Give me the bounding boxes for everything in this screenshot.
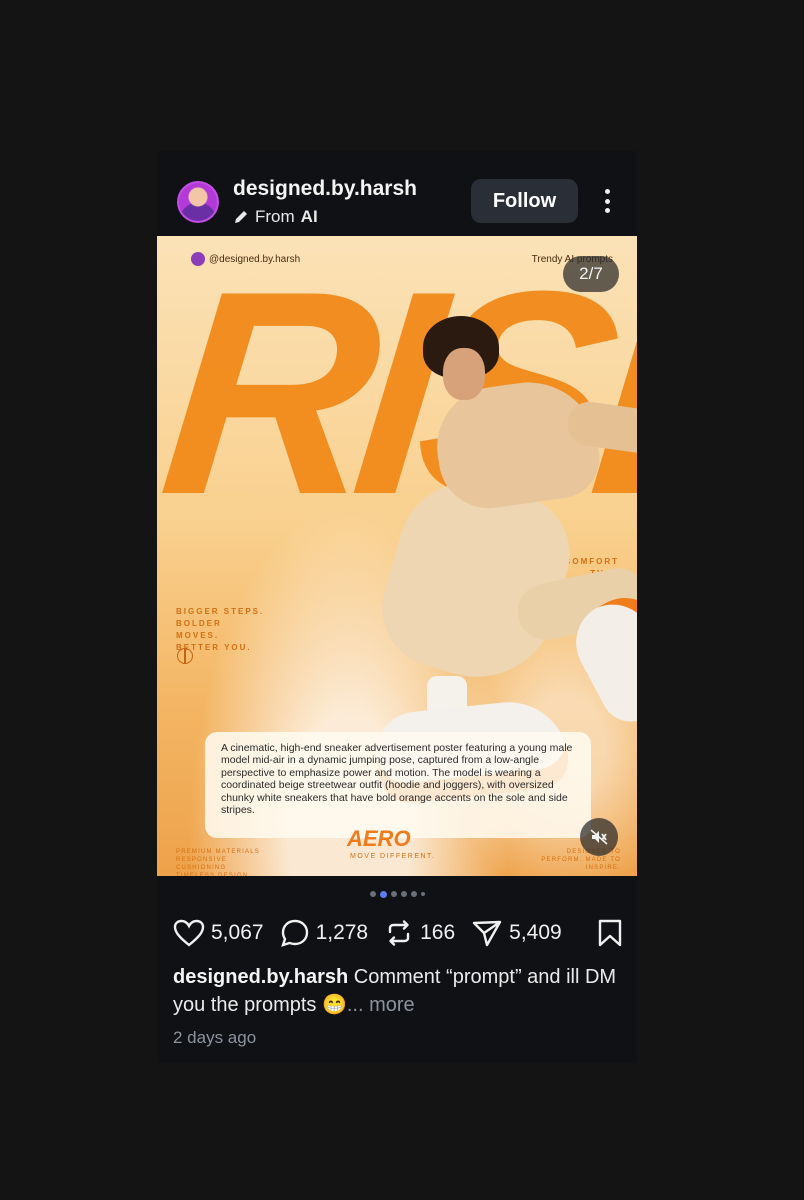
carousel-counter: 2/7: [563, 256, 619, 292]
globe-icon: [177, 648, 193, 664]
action-bar: 5,067 1,278 166 5,409: [173, 916, 623, 950]
prompt-text: A cinematic, high-end sneaker advertisem…: [205, 732, 591, 838]
repost-button[interactable]: 166: [384, 918, 455, 948]
caption-more-link[interactable]: ... more: [347, 994, 415, 1016]
poster-handle: @designed.by.harsh: [191, 252, 300, 266]
save-button[interactable]: [597, 918, 623, 953]
carousel-dot[interactable]: [420, 892, 425, 896]
repost-icon: [388, 920, 410, 946]
share-count: 5,409: [509, 921, 562, 944]
mute-icon[interactable]: [580, 818, 618, 856]
poster-tagline-left: BIGGER STEPS. BOLDER MOVES. BETTER YOU.: [176, 607, 265, 652]
carousel-dot[interactable]: [369, 891, 376, 897]
follow-button[interactable]: Follow: [471, 179, 578, 223]
poster-avatar: [191, 252, 205, 266]
carousel-dot-active[interactable]: [379, 890, 387, 898]
post-card: designed.by.harsh From AI Follow RISE @de…: [157, 151, 637, 1063]
share-button[interactable]: 5,409: [471, 918, 562, 948]
carousel-dot[interactable]: [390, 891, 397, 897]
carousel-dots: [157, 890, 637, 898]
send-icon: [472, 920, 502, 947]
heart-icon: [173, 919, 205, 947]
poster-handle-text: @designed.by.harsh: [209, 253, 301, 265]
poster-model: [267, 306, 637, 806]
carousel-dot[interactable]: [400, 891, 407, 897]
poster-brand-tagline: MOVE DIFFERENT.: [350, 853, 436, 860]
more-options-icon[interactable]: [597, 189, 617, 213]
comment-button[interactable]: 1,278: [280, 918, 369, 948]
carousel-dot[interactable]: [410, 891, 417, 897]
post-image[interactable]: RISE @designed.by.harsh Trendy AI prompt…: [157, 236, 637, 876]
like-button[interactable]: 5,067: [173, 919, 264, 947]
repost-count: 166: [420, 921, 456, 944]
post-timestamp: 2 days ago: [173, 1028, 257, 1047]
poster-footer-left: PREMIUM MATERIALS RESPONSIVE CUSHIONING …: [176, 849, 260, 876]
like-count: 5,067: [211, 921, 264, 944]
comment-icon: [280, 919, 308, 947]
bookmark-icon: [598, 919, 622, 947]
source-name: AI: [300, 207, 318, 226]
caption-username[interactable]: designed.by.harsh: [173, 966, 348, 988]
comment-count: 1,278: [315, 921, 369, 944]
post-header: designed.by.harsh From AI Follow: [157, 151, 637, 236]
poster-brand: AERO: [347, 826, 411, 851]
source-label: From AI: [233, 207, 318, 227]
source-prefix: From: [255, 207, 295, 226]
post-caption: designed.by.harsh Comment “prompt” and i…: [173, 963, 629, 1019]
pencil-icon: [235, 211, 247, 223]
avatar[interactable]: [177, 181, 219, 223]
username[interactable]: designed.by.harsh: [233, 177, 417, 201]
